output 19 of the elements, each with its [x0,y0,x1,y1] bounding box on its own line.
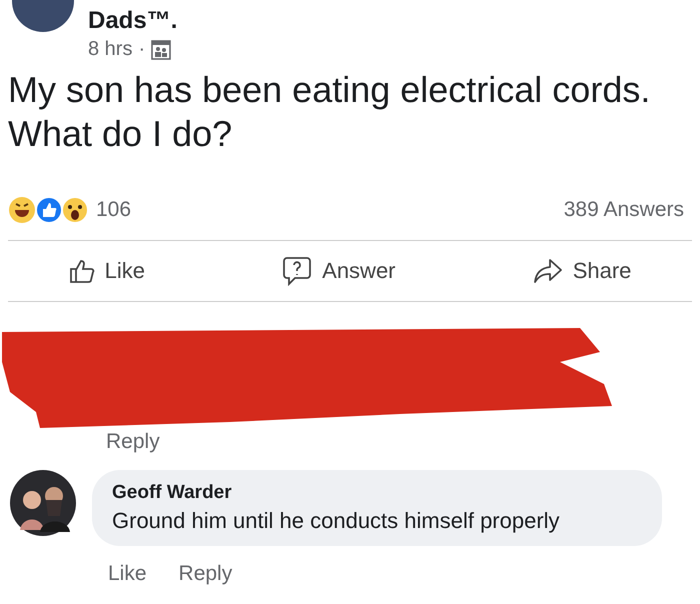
answers-count[interactable]: 389 Answers [564,198,684,222]
question-bubble-icon [282,256,312,286]
post-text: My son has been eating electrical cords. What do I do? [7,68,652,156]
like-button[interactable]: Like [54,254,159,288]
commenter-name[interactable]: Geoff Warder [112,482,642,504]
comment-action-link[interactable]: Reply [106,430,160,454]
thumbs-up-icon [68,258,95,284]
share-arrow-icon [532,258,563,284]
comment-action-link[interactable]: Like [108,562,147,586]
comment-text: Ground him until he conducts himself properly [112,508,561,534]
answer-button[interactable]: Answer [268,252,410,290]
reaction-count[interactable]: 106 [96,198,132,222]
avatar[interactable] [10,470,76,536]
post-time: 8 hrs [88,38,132,61]
comment-action-link[interactable]: Reply [178,562,232,586]
separator-dot: · [138,38,146,61]
group-icon [151,40,172,60]
share-button[interactable]: Share [518,254,646,288]
author-name[interactable]: Dads™. [88,8,178,34]
